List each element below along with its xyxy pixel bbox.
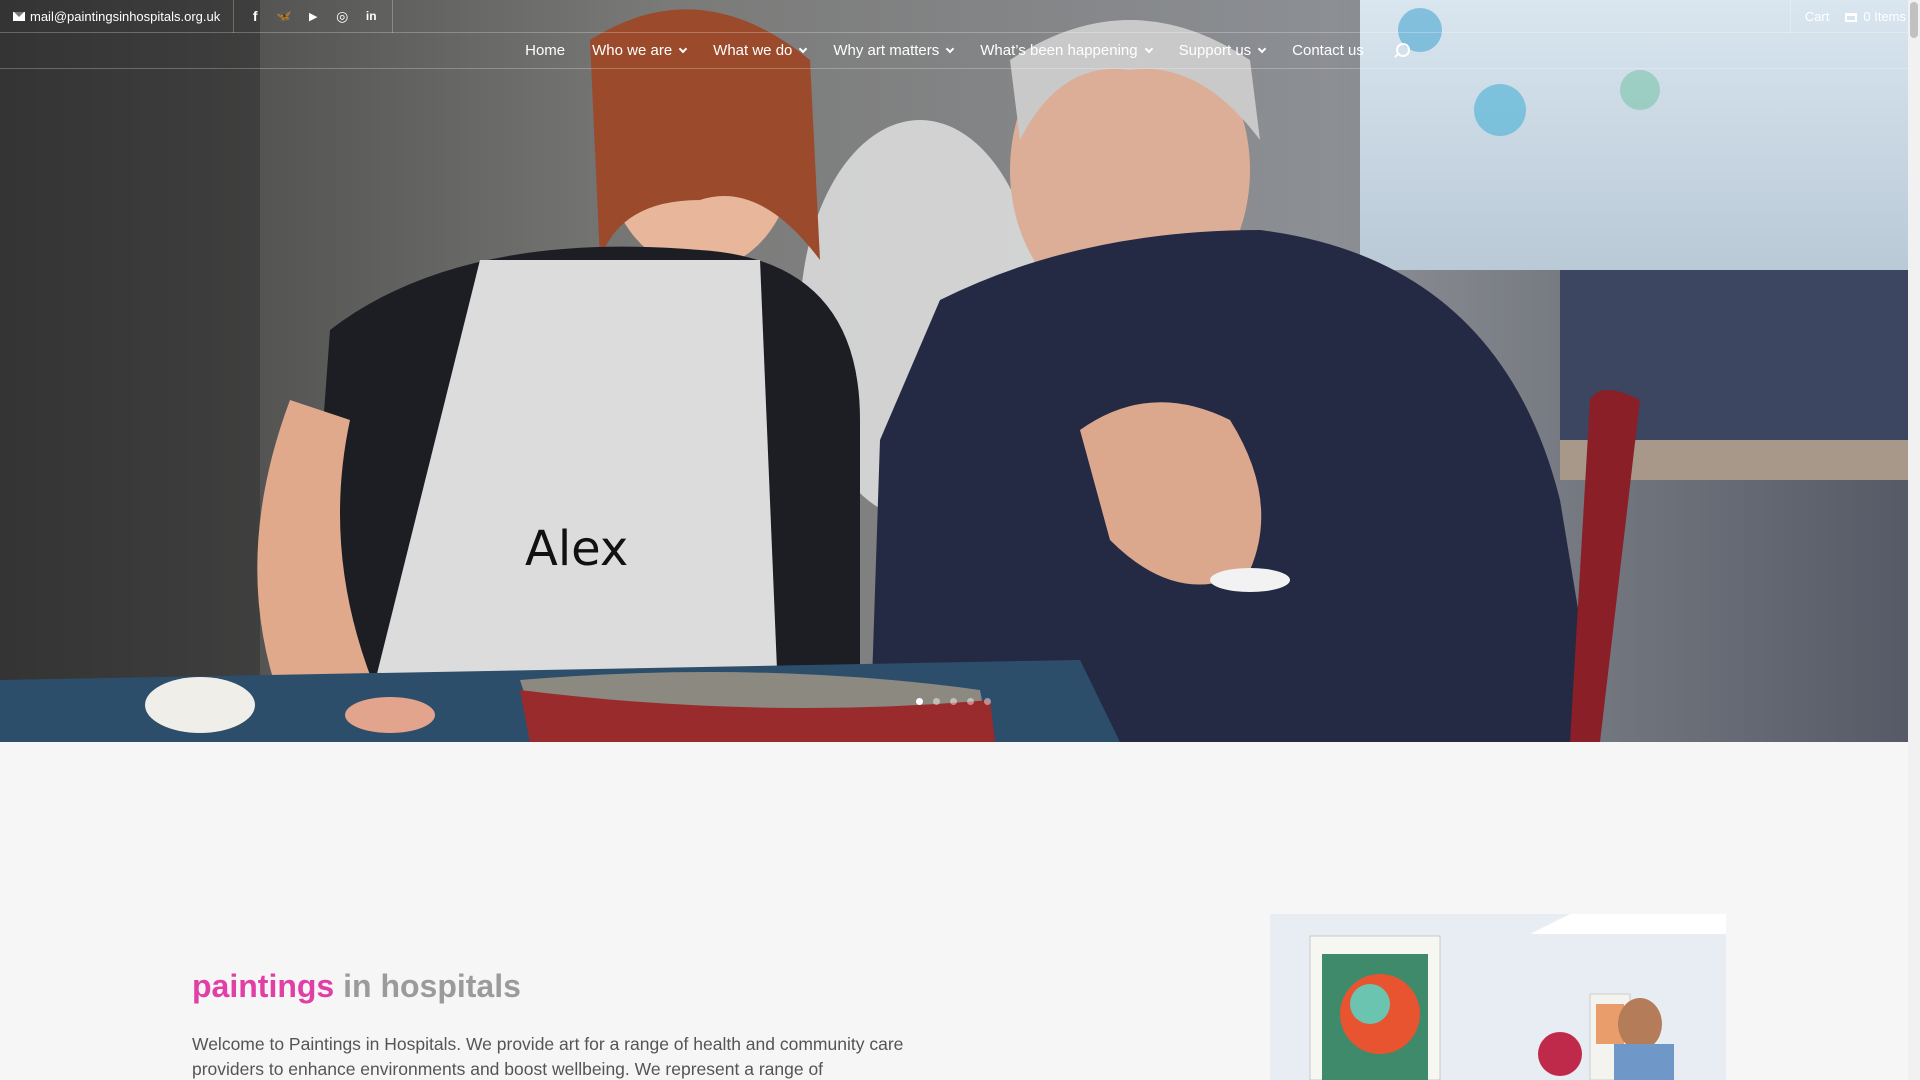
intro-title: paintings in hospitals <box>192 968 521 1005</box>
cart-items-count[interactable]: 0 Items <box>1863 9 1906 24</box>
apron-text: Alex <box>525 521 628 577</box>
intro-title-accent: paintings <box>192 968 335 1004</box>
main-nav: Home Who we are What we do Why art matte… <box>0 33 1908 69</box>
nav-item-who-we-are[interactable]: Who we are <box>592 42 688 59</box>
email-link[interactable]: mail@paintingsinhospitals.org.uk <box>0 0 235 33</box>
linkedin-icon[interactable]: in <box>364 9 378 23</box>
nav-item-why-art-matters[interactable]: Why art matters <box>833 42 955 59</box>
hero-photo: Alex <box>0 0 1908 742</box>
slider-dots <box>916 698 991 705</box>
nav-item-whats-been-happening[interactable]: What’s been happening <box>980 42 1153 59</box>
search-icon[interactable] <box>1393 42 1410 59</box>
chevron-down-icon <box>678 44 688 53</box>
slider-dot[interactable] <box>933 698 940 705</box>
nav-item-contact-us[interactable]: Contact us <box>1292 42 1364 59</box>
nav-item-label[interactable]: Who we are <box>592 42 672 59</box>
nav-search[interactable] <box>1391 42 1410 59</box>
email-address[interactable]: mail@paintingsinhospitals.org.uk <box>30 9 220 24</box>
nav-item-home[interactable]: Home <box>525 42 565 59</box>
nav-item-label[interactable]: What we do <box>713 42 792 59</box>
social-links: f 🦋 ▶ ◎ in <box>234 0 394 33</box>
hero-slider[interactable]: Alex <box>0 0 1908 742</box>
slider-dot[interactable] <box>984 698 991 705</box>
nav-item-label[interactable]: Why art matters <box>833 42 939 59</box>
gallery-photo <box>1270 914 1726 1080</box>
intro-title-rest: in hospitals <box>343 968 521 1004</box>
nav-item-what-we-do[interactable]: What we do <box>713 42 808 59</box>
scrollbar[interactable] <box>1908 0 1920 1080</box>
envelope-icon <box>13 11 25 21</box>
gallery-photo-illustration <box>1270 914 1726 1080</box>
chevron-down-icon <box>1257 44 1267 53</box>
intro-body: Welcome to Paintings in Hospitals. We pr… <box>192 1034 904 1079</box>
nav-item-label[interactable]: Contact us <box>1292 42 1364 59</box>
slider-dot[interactable] <box>916 698 923 705</box>
nav-item-label[interactable]: What’s been happening <box>980 42 1137 59</box>
chevron-down-icon <box>799 44 808 53</box>
top-bar: mail@paintingsinhospitals.org.uk f 🦋 ▶ ◎… <box>0 0 1908 33</box>
scrollbar-thumb[interactable] <box>1910 2 1918 38</box>
facebook-icon[interactable]: f <box>248 8 262 24</box>
chevron-down-icon <box>946 44 955 53</box>
nav-item-support-us[interactable]: Support us <box>1179 42 1267 59</box>
youtube-icon[interactable]: ▶ <box>306 10 320 23</box>
nav-item-label[interactable]: Home <box>525 42 565 59</box>
slider-dot[interactable] <box>967 698 974 705</box>
cart-link[interactable]: Cart <box>1805 9 1830 24</box>
bluesky-icon[interactable]: 🦋 <box>277 9 292 23</box>
slider-dot[interactable] <box>950 698 957 705</box>
nav-item-label[interactable]: Support us <box>1179 42 1252 59</box>
chevron-down-icon <box>1144 44 1153 53</box>
instagram-icon[interactable]: ◎ <box>335 8 349 25</box>
cart-items[interactable]: 0 Items <box>1845 9 1906 24</box>
cart-icon <box>1845 13 1858 23</box>
cart-area: Cart 0 Items <box>1789 0 1908 33</box>
